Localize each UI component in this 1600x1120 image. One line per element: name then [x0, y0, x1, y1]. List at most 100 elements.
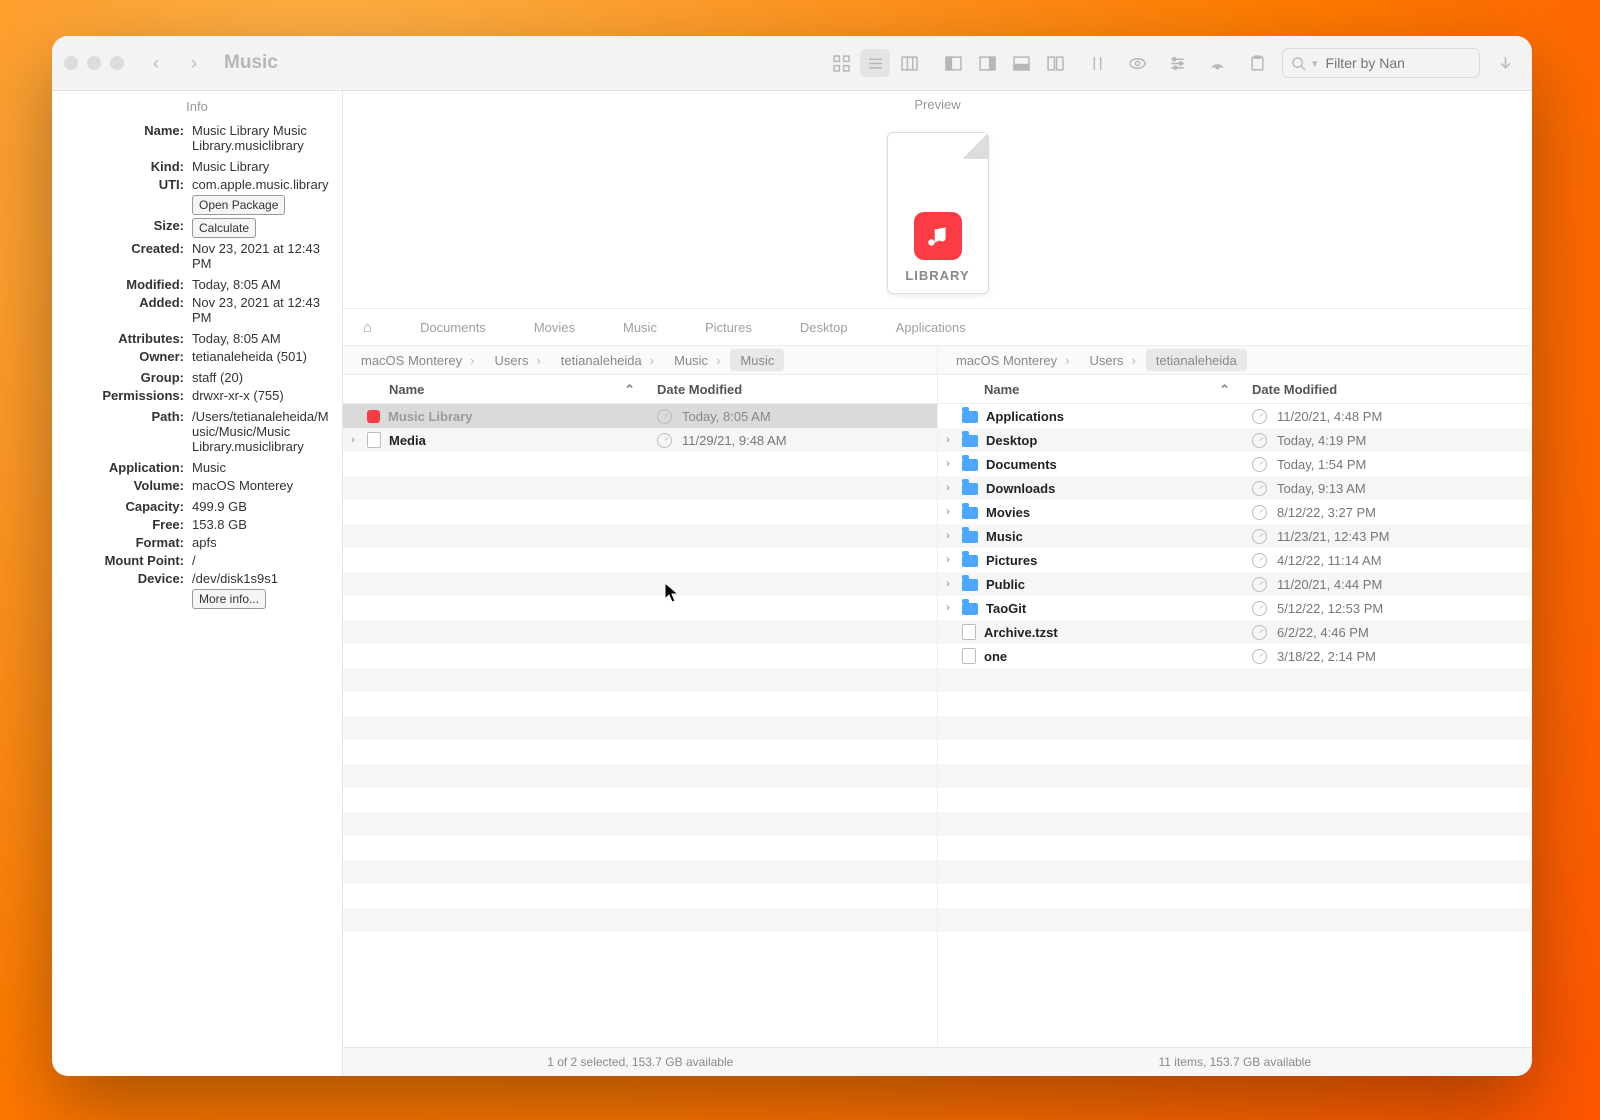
info-key: Group:	[64, 370, 192, 385]
file-list-right[interactable]: Applications11/20/21, 4:48 PM›DesktopTod…	[938, 404, 1532, 1047]
airdrop-icon[interactable]	[1202, 49, 1232, 77]
minimize-dot[interactable]	[87, 56, 101, 70]
table-row[interactable]: ›TaoGit5/12/22, 12:53 PM	[938, 596, 1532, 620]
preview-caption: LIBRARY	[905, 268, 969, 283]
disclosure-icon[interactable]: ›	[938, 506, 958, 518]
info-value: com.apple.music.library	[192, 177, 330, 192]
favorite-item[interactable]: Desktop	[800, 320, 848, 335]
close-dot[interactable]	[64, 56, 78, 70]
back-button[interactable]: ‹	[142, 49, 170, 77]
status-left: 1 of 2 selected, 153.7 GB available	[343, 1048, 938, 1076]
disclosure-icon[interactable]: ›	[938, 554, 958, 566]
favorite-item[interactable]: Movies	[534, 320, 575, 335]
disclosure-icon[interactable]: ›	[938, 482, 958, 494]
breadcrumb-item[interactable]: Users	[1080, 349, 1146, 371]
info-value: Open Package	[192, 195, 330, 215]
disclosure-icon[interactable]: ›	[938, 602, 958, 614]
info-row: Free:153.8 GB	[64, 517, 330, 532]
table-row[interactable]: ›Pictures4/12/22, 11:14 AM	[938, 548, 1532, 572]
zoom-dot[interactable]	[110, 56, 124, 70]
info-button[interactable]: More info...	[192, 589, 266, 609]
quicklook-icon[interactable]	[1122, 49, 1152, 77]
search-input[interactable]	[1324, 54, 1448, 72]
table-row[interactable]: ›Media11/29/21, 9:48 AM	[343, 428, 937, 452]
empty-row	[343, 812, 937, 836]
col-name-right[interactable]: Name⌃	[938, 382, 1240, 397]
table-row[interactable]: ›DownloadsToday, 9:13 AM	[938, 476, 1532, 500]
table-row[interactable]: Music LibraryToday, 8:05 AM	[343, 404, 937, 428]
table-row[interactable]: ›Public11/20/21, 4:44 PM	[938, 572, 1532, 596]
favorite-item[interactable]: Music	[623, 320, 657, 335]
empty-row	[343, 644, 937, 668]
folder-icon	[962, 459, 978, 471]
table-row[interactable]: ›DocumentsToday, 1:54 PM	[938, 452, 1532, 476]
info-row: Open Package	[64, 195, 330, 215]
info-value: /dev/disk1s9s1	[192, 571, 330, 586]
download-icon[interactable]	[1490, 49, 1520, 77]
settings-icon[interactable]	[1162, 49, 1192, 77]
cell-name: Archive.tzst	[958, 624, 1248, 640]
cell-name: Downloads	[958, 481, 1248, 496]
info-row: Owner:tetianaleheida (501)	[64, 349, 330, 364]
table-row[interactable]: ›Movies8/12/22, 3:27 PM	[938, 500, 1532, 524]
cell-date: Today, 8:05 AM	[653, 409, 937, 424]
empty-row	[343, 860, 937, 884]
forward-button[interactable]: ›	[180, 49, 208, 77]
info-button[interactable]: Open Package	[192, 195, 285, 215]
panel-left-icon[interactable]	[938, 49, 968, 77]
sync-icon[interactable]	[1082, 49, 1112, 77]
breadcrumb-item[interactable]: Users	[485, 349, 551, 371]
file-icon	[962, 648, 976, 664]
breadcrumb-item[interactable]: macOS Monterey	[946, 349, 1080, 371]
info-row: More info...	[64, 589, 330, 609]
disclosure-icon[interactable]: ›	[938, 434, 958, 446]
info-button[interactable]: Calculate	[192, 218, 256, 238]
col-date-right[interactable]: Date Modified	[1240, 382, 1532, 397]
cell-date: 11/23/21, 12:43 PM	[1248, 529, 1532, 544]
search-field[interactable]: ▾	[1282, 48, 1480, 78]
panel-bottom-icon[interactable]	[1006, 49, 1036, 77]
info-value: Today, 8:05 AM	[192, 277, 330, 292]
disclosure-icon[interactable]: ›	[938, 530, 958, 542]
col-date-left[interactable]: Date Modified	[645, 382, 937, 397]
column-view-icon[interactable]	[894, 49, 924, 77]
breadcrumb-item[interactable]: macOS Monterey	[351, 349, 485, 371]
table-row[interactable]: ›DesktopToday, 4:19 PM	[938, 428, 1532, 452]
breadcrumb-item[interactable]: Music	[664, 349, 730, 371]
breadcrumb-item[interactable]: tetianaleheida	[1146, 349, 1247, 371]
folder-icon	[962, 603, 978, 615]
cell-date: 11/29/21, 9:48 AM	[653, 433, 937, 448]
disclosure-icon[interactable]: ›	[938, 578, 958, 590]
table-row[interactable]: one3/18/22, 2:14 PM	[938, 644, 1532, 668]
empty-row	[938, 764, 1532, 788]
breadcrumb-item[interactable]: tetianaleheida	[551, 349, 664, 371]
clipboard-icon[interactable]	[1242, 49, 1272, 77]
window-title: Music	[224, 52, 278, 74]
favorite-item[interactable]: Applications	[896, 320, 966, 335]
clock-icon	[657, 433, 672, 448]
dual-pane-icon[interactable]	[1040, 49, 1070, 77]
disclosure-icon[interactable]: ›	[938, 458, 958, 470]
empty-row	[343, 620, 937, 644]
table-row[interactable]: Archive.tzst6/2/22, 4:46 PM	[938, 620, 1532, 644]
info-row: Mount Point:/	[64, 553, 330, 568]
info-key: Name:	[64, 123, 192, 138]
panel-right-icon[interactable]	[972, 49, 1002, 77]
disclosure-icon[interactable]: ›	[343, 434, 363, 446]
table-row[interactable]: ›Music11/23/21, 12:43 PM	[938, 524, 1532, 548]
info-key: Owner:	[64, 349, 192, 364]
list-view-icon[interactable]	[860, 49, 890, 77]
clock-icon	[1252, 553, 1267, 568]
icon-view-icon[interactable]	[826, 49, 856, 77]
cell-name: Media	[363, 432, 653, 448]
file-list-left[interactable]: Music LibraryToday, 8:05 AM›Media11/29/2…	[343, 404, 937, 1047]
preview-heading: Preview	[343, 91, 1532, 118]
favorite-item[interactable]: Documents	[420, 320, 486, 335]
breadcrumb-item[interactable]: Music	[730, 349, 784, 371]
info-value: /	[192, 553, 330, 568]
table-row[interactable]: Applications11/20/21, 4:48 PM	[938, 404, 1532, 428]
home-icon[interactable]: ⌂	[363, 319, 372, 336]
favorite-item[interactable]: Pictures	[705, 320, 752, 335]
folder-icon	[962, 531, 978, 543]
col-name-left[interactable]: Name⌃	[343, 382, 645, 397]
